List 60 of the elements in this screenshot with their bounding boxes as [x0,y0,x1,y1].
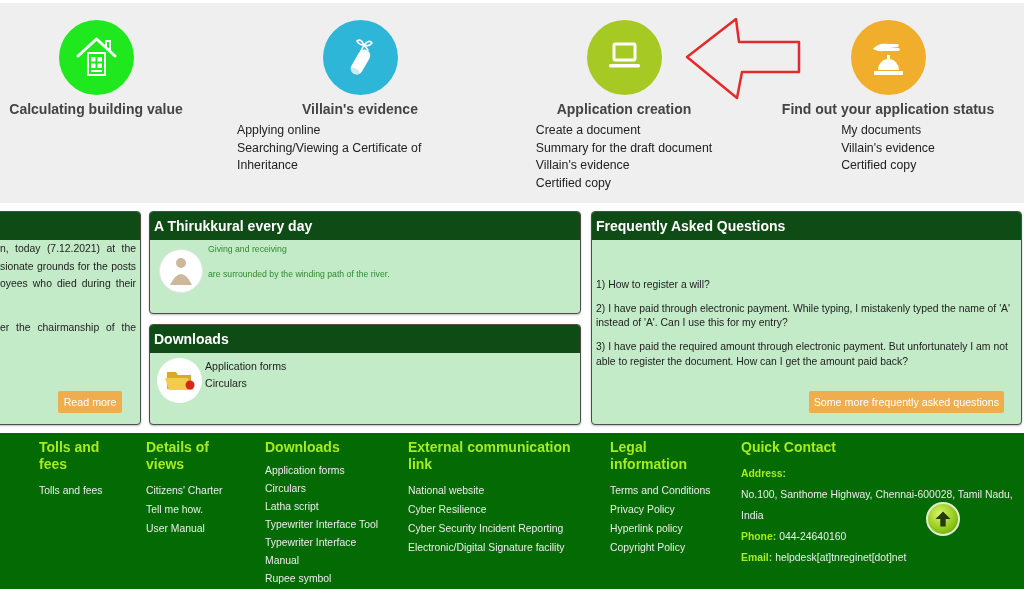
panel-title: Downloads [150,325,580,353]
faq-question[interactable]: 2) I have paid through electronic payment. While typing, I mistakenly typed the name of 'A' instead of 'A'. Can I use this for my entry? [596,301,1020,331]
footer-heading: Downloads [265,438,341,456]
footer-link[interactable]: Citizens' Charter [146,480,246,500]
service-link[interactable]: Create a document [535,122,713,140]
footer-link[interactable]: Tolls and fees [39,480,124,500]
portrait-placeholder [159,249,203,293]
email-address: helpdesk[at]tnreginet[dot]net [775,551,907,563]
footer-heading: Tolls and fees [39,438,101,473]
service-link[interactable]: Villain's evidence [535,157,713,175]
footer-link[interactable]: Application forms [265,461,387,480]
footer-link[interactable]: Typewriter Interface Manual [265,533,387,570]
service-title: Villain's evidence [301,100,419,118]
service-link[interactable]: Villain's evidence [841,139,935,157]
service-title: Calculating building value [8,100,184,118]
panel-title: Frequently Asked Questions [592,212,1021,240]
footer-link[interactable]: Cyber Security Incident Reporting [408,518,588,538]
footer-heading: Details of views [146,438,210,473]
footer-heading: Quick Contact [741,438,837,456]
phone-label: Phone: [741,530,777,542]
service-title: Application creation [555,100,693,118]
footer-link[interactable]: Tell me how. [146,499,246,519]
download-link[interactable]: Circulars [205,374,287,392]
service-link[interactable]: Searching/Viewing a Certificate of Inheritance [237,139,483,175]
email-label: Email: [741,551,773,563]
footer-link[interactable]: Cyber Resilience [408,499,588,519]
service-link[interactable]: Certified copy [535,174,713,192]
footer-heading: External communication link [408,438,572,473]
footer-link[interactable]: Privacy Policy [610,499,720,519]
address-text: No.100, Santhome Highway, Chennai-600028, Tamil Nadu, [741,488,1013,500]
download-link[interactable]: Application forms [205,357,287,375]
up-arrow-icon [934,510,952,528]
news-paragraph: er the chairmanship of the [0,321,136,335]
footer-link[interactable]: Copyright Policy [610,537,720,557]
footer-link[interactable]: National website [408,480,588,500]
footer-link[interactable]: Electronic/Digital Signature facility [408,537,588,557]
service-title: Find out your application status [780,100,996,118]
footer-heading: Legal information [610,438,688,473]
couplet-line: are surrounded by the winding path of the river. [208,268,390,281]
footer-link[interactable]: Circulars [265,479,387,498]
scroll-to-top-button[interactable] [926,502,960,536]
folder-icon [157,358,202,403]
faq-question[interactable]: 1) How to register a will? [596,277,1020,293]
footer-link[interactable]: Latha script [265,497,387,516]
faq-question[interactable]: 3) I have paid the required amount through electronic payment. But unfortunately I am not able to register the document. How can I get the amount paid back? [596,340,1020,370]
service-link[interactable]: Summary for the draft document [535,139,713,157]
phone-number: 044-24640160 [779,530,847,542]
service-link[interactable]: Applying online [237,122,483,140]
panel-title: A Thirukkural every day [150,212,580,240]
address-label: Address: [741,466,788,481]
footer-link[interactable]: Rupee symbol [265,569,387,588]
address-text: India [741,509,764,521]
service-link[interactable]: Certified copy [841,157,935,175]
couplet-line: Giving and receiving [208,243,288,256]
footer-link[interactable]: Typewriter Interface Tool [265,515,387,534]
footer-link[interactable]: Hyperlink policy [610,518,720,538]
service-link[interactable]: My documents [841,122,935,140]
news-paragraph: n, today (7.12.2021) at the sionate grounds for the posts oyees who died during their [0,242,136,291]
footer-link[interactable]: User Manual [146,518,246,538]
footer-link[interactable]: Terms and Conditions [610,480,720,500]
